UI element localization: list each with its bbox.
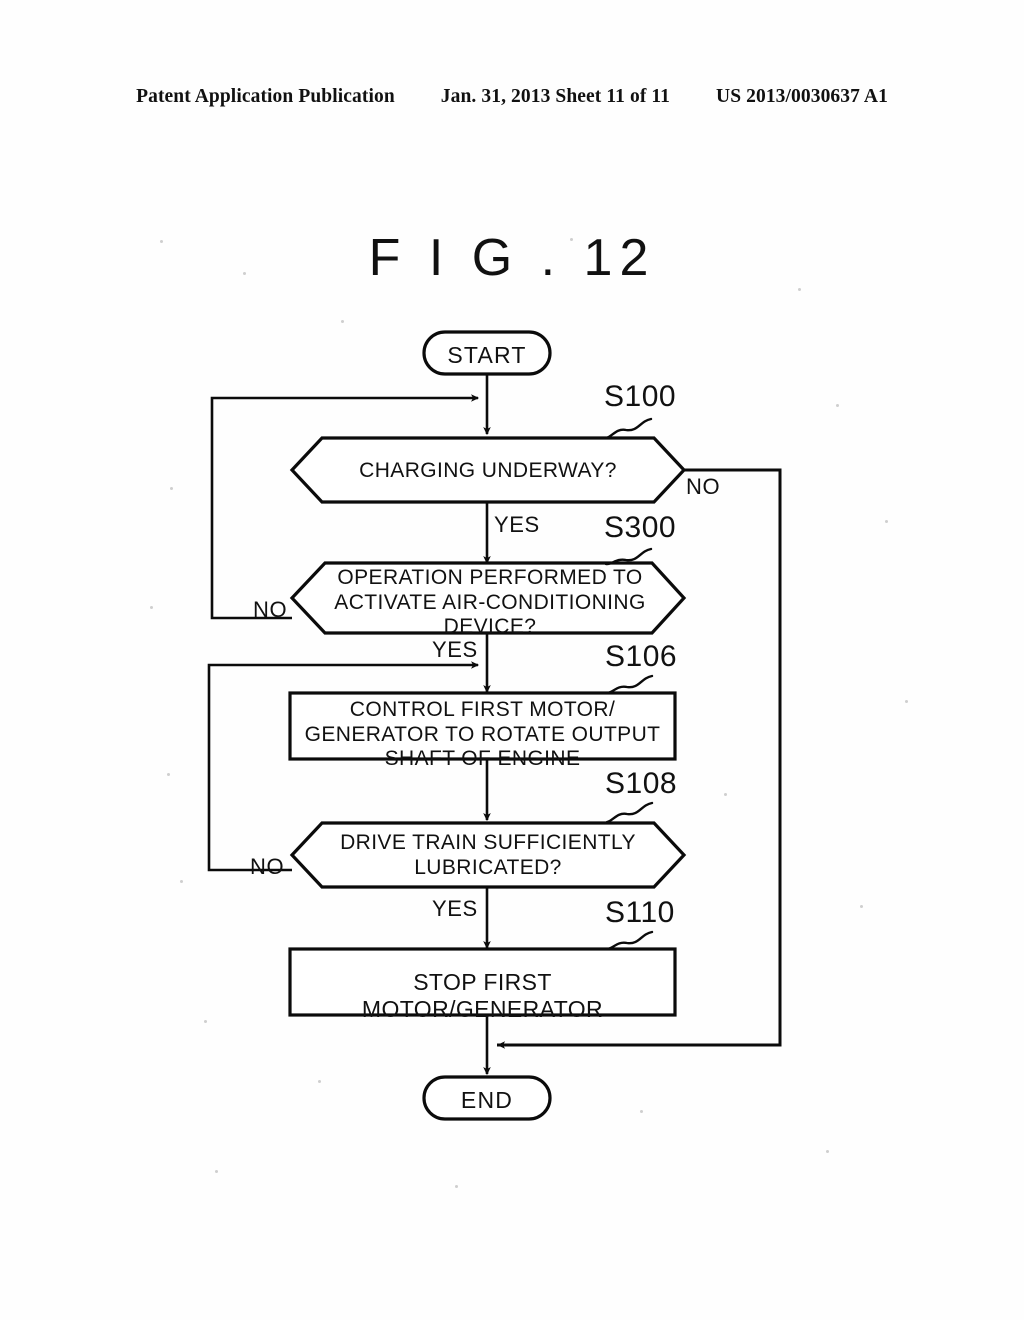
- s108-leader-line: [605, 801, 654, 824]
- step-label-s100: S100: [604, 380, 677, 413]
- s100-leader-line: [604, 417, 653, 440]
- edge-label-s108-no: NO: [250, 854, 285, 879]
- edge-label-s300-yes: YES: [432, 637, 478, 662]
- s106-leader-line: [605, 674, 654, 695]
- edge-label-s108-yes: YES: [432, 896, 478, 921]
- patent-figure-page: Patent Application Publication Jan. 31, …: [0, 0, 1024, 1320]
- s300-decision-shape: [289, 561, 687, 635]
- edge-label-s100-yes: YES: [494, 512, 540, 537]
- s108-decision-shape: [289, 821, 687, 889]
- end-terminal-shape: [422, 1075, 552, 1121]
- flowchart-canvas: [207, 330, 782, 1121]
- s110-process-shape: [288, 947, 677, 1017]
- step-label-s110: S110: [605, 896, 675, 929]
- step-label-s106: S106: [605, 640, 678, 673]
- s106-process-shape: [288, 691, 677, 761]
- s110-leader-line: [605, 930, 654, 951]
- start-terminal-shape: [422, 330, 552, 376]
- step-label-s300: S300: [604, 511, 677, 544]
- edge-label-s300-no: NO: [253, 597, 288, 622]
- step-label-s108: S108: [605, 767, 678, 800]
- s100-decision-shape: [289, 436, 687, 504]
- edge-label-s100-no: NO: [686, 474, 721, 499]
